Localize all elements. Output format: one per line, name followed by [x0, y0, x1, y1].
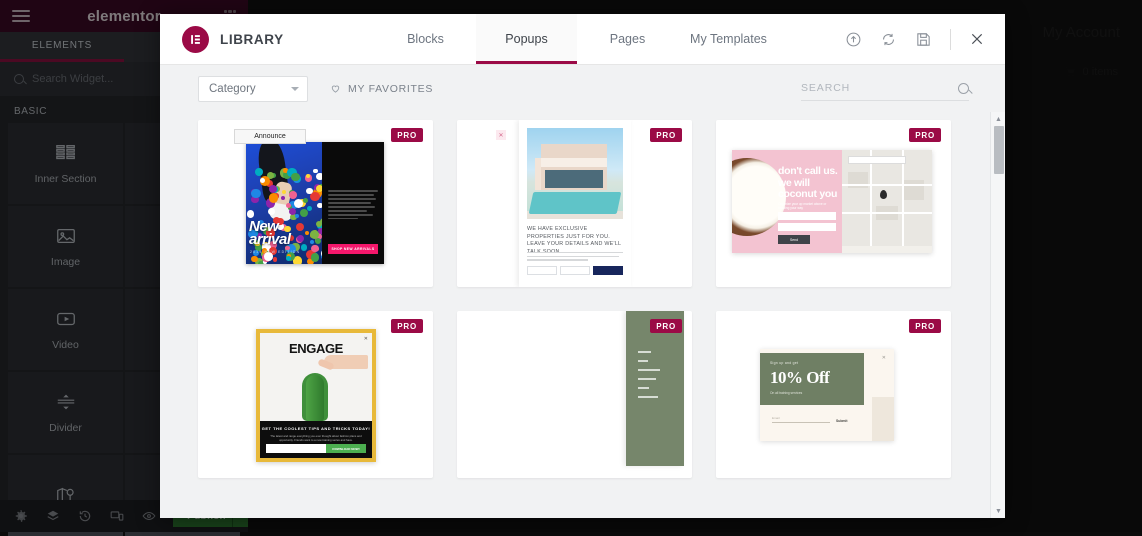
- template-card[interactable]: PRO ENGAGE ✕ GET THE COOLEST TIPS AND TR…: [198, 311, 433, 478]
- library-brand: LIBRARY: [160, 14, 375, 64]
- ten-percent-off-popup-thumbnail: ✕ Sign up and get 10% Off On all trainin…: [716, 311, 951, 478]
- close-icon: ✕: [364, 336, 368, 342]
- header-divider: [950, 29, 951, 50]
- pro-badge: PRO: [650, 128, 682, 142]
- thumb-nav-list: [638, 351, 660, 405]
- pro-badge: PRO: [391, 128, 423, 142]
- library-filter-bar: Category MY FAVORITES: [160, 65, 1005, 112]
- elementor-logo-icon: [182, 26, 209, 53]
- heart-icon: [330, 83, 341, 94]
- search-input[interactable]: [801, 82, 931, 94]
- thumb-subtext: On all training services: [770, 391, 802, 395]
- thumb-headline: GET THE COOLEST TIPS AND TRICKS TODAY!: [260, 426, 372, 431]
- template-card[interactable]: PRO ✕ Sign up and get 10% Off On all tra…: [716, 311, 951, 478]
- close-icon: ✕: [882, 355, 886, 361]
- scrollbar-thumb[interactable]: [994, 126, 1004, 174]
- library-title: LIBRARY: [220, 32, 284, 47]
- pro-badge: PRO: [650, 319, 682, 333]
- template-card[interactable]: PRO: [457, 311, 692, 478]
- thumb-announce-label: Announce: [234, 129, 306, 144]
- thumb-subtext: Organize your up market above or heading…: [778, 202, 834, 211]
- green-menu-popup-thumbnail: [457, 311, 692, 478]
- template-card[interactable]: PRO don't call us. we will coconut you O…: [716, 120, 951, 287]
- library-header: LIBRARY Blocks Popups Pages My Templates: [160, 14, 1005, 65]
- thumb-cta: DOWNLOAD NOW!: [326, 444, 366, 453]
- caret-down-icon[interactable]: ▼: [991, 504, 1005, 518]
- upload-circle-icon[interactable]: [845, 31, 862, 48]
- template-grid-area: PRO New arrival 2019 NEW EDITION SHOP NE…: [160, 112, 1005, 518]
- tab-popups[interactable]: Popups: [476, 14, 577, 64]
- chevron-down-icon: [291, 87, 299, 91]
- coconut-popup-thumbnail: don't call us. we will coconut you Organ…: [716, 120, 951, 287]
- search-box[interactable]: [801, 77, 969, 101]
- thumb-subtext: The latest and range everything you ever…: [269, 434, 363, 442]
- search-icon[interactable]: [958, 83, 969, 94]
- thumb-eyebrow: Sign up and get: [770, 361, 798, 365]
- real-estate-popup-thumbnail: ✕ WE HAVE EXCLUSIVE PROPERTIES JUST FOR …: [457, 120, 692, 287]
- thumb-headline: don't call us. we will coconut you: [778, 166, 842, 201]
- close-icon[interactable]: [969, 31, 985, 47]
- refresh-icon[interactable]: [880, 31, 897, 48]
- thumb-title: ENGAGE: [260, 341, 372, 356]
- new-arrival-popup-thumbnail: New arrival 2019 NEW EDITION SHOP NEW AR…: [198, 120, 433, 287]
- category-select-label: Category: [209, 83, 256, 95]
- tab-my-templates[interactable]: My Templates: [678, 14, 779, 64]
- template-library-modal: LIBRARY Blocks Popups Pages My Templates: [160, 14, 1005, 518]
- thumb-cta: Send: [778, 235, 810, 244]
- pro-badge: PRO: [909, 319, 941, 333]
- template-grid: PRO New arrival 2019 NEW EDITION SHOP NE…: [160, 112, 1005, 498]
- pro-badge: PRO: [909, 128, 941, 142]
- floppy-icon[interactable]: [915, 31, 932, 48]
- thumb-headline: New arrival: [249, 220, 322, 246]
- pro-badge: PRO: [391, 319, 423, 333]
- template-card[interactable]: PRO ✕ WE HAVE EXCLUSIVE PROPERTIES JUST …: [457, 120, 692, 287]
- engage-popup-thumbnail: ENGAGE ✕ GET THE COOLEST TIPS AND TRICKS…: [198, 311, 433, 478]
- thumb-cta: SHOP NEW ARRIVALS: [328, 244, 378, 254]
- thumb-subhead: 2019 NEW EDITION: [250, 250, 300, 254]
- my-favorites-label: MY FAVORITES: [348, 83, 433, 95]
- tab-pages[interactable]: Pages: [577, 14, 678, 64]
- caret-up-icon[interactable]: ▲: [991, 112, 1005, 126]
- template-card[interactable]: PRO New arrival 2019 NEW EDITION SHOP NE…: [198, 120, 433, 287]
- thumb-input-placeholder: Email: [772, 416, 780, 420]
- library-header-actions: [845, 14, 1005, 64]
- category-select[interactable]: Category: [198, 76, 308, 102]
- close-icon: ✕: [496, 130, 506, 140]
- template-grid-scrollbar[interactable]: ▲ ▼: [990, 112, 1005, 518]
- thumb-cta: Submit: [836, 419, 848, 423]
- my-favorites-button[interactable]: MY FAVORITES: [330, 83, 433, 95]
- tab-blocks[interactable]: Blocks: [375, 14, 476, 64]
- thumb-headline: 10% Off: [770, 368, 829, 388]
- library-tabs: Blocks Popups Pages My Templates: [375, 14, 845, 64]
